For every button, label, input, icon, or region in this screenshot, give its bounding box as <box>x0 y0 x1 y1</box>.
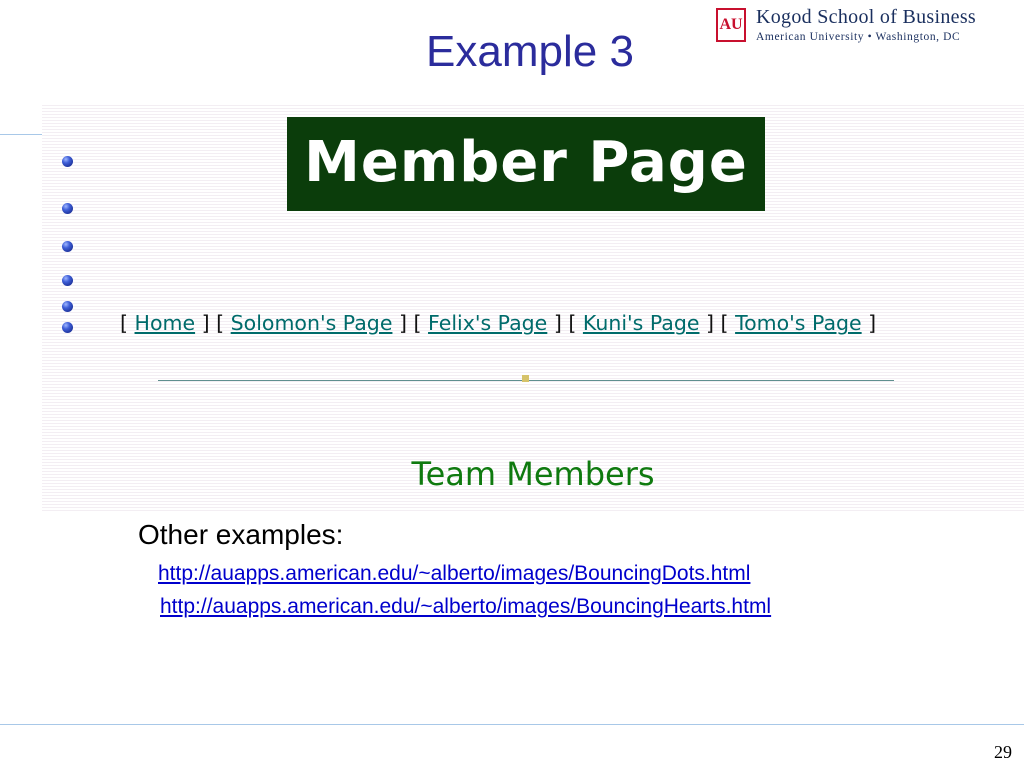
member-page-screenshot: Member Page [ Home ] [ Solomon's Page ] … <box>42 103 1024 511</box>
page-number: 29 <box>994 742 1012 762</box>
nav-bracket: [ <box>120 311 128 335</box>
logo-university-name: American University • Washington, DC <box>756 31 961 43</box>
other-examples-label: Other examples: <box>138 519 344 550</box>
nav-bracket: ] <box>553 311 562 335</box>
member-page-banner: Member Page <box>287 117 765 211</box>
nav-bracket: [ <box>720 311 729 335</box>
bouncing-dot-icon <box>62 322 73 333</box>
nav-link-home[interactable]: Home <box>135 311 196 335</box>
nav-bracket: [ <box>568 311 577 335</box>
team-members-heading: Team Members <box>411 455 655 493</box>
nav-bar: [ Home ] [ Solomon's Page ] [ Felix's Pa… <box>120 311 960 335</box>
logo-school-name: Kogod School of Business <box>756 6 976 28</box>
bouncing-dot-icon <box>62 203 73 214</box>
bouncing-dot-icon <box>62 275 73 286</box>
nav-bracket: ] <box>706 311 715 335</box>
nav-link-kuni[interactable]: Kuni's Page <box>583 311 700 335</box>
bouncing-hearts-link[interactable]: http://auapps.american.edu/~alberto/imag… <box>160 595 771 619</box>
nav-bracket: ] <box>868 311 877 335</box>
nav-link-solomon[interactable]: Solomon's Page <box>231 311 393 335</box>
bouncing-dot-icon <box>62 241 73 252</box>
nav-bracket: [ <box>216 311 225 335</box>
au-seal-icon: AU <box>716 8 746 42</box>
kogod-logo: AU Kogod School of Business American Uni… <box>716 6 1016 44</box>
nav-bracket: ] <box>201 311 210 335</box>
rule-ornament-icon <box>522 375 529 382</box>
top-divider <box>0 134 44 135</box>
nav-bracket: ] <box>398 311 407 335</box>
bottom-divider <box>0 724 1024 725</box>
bouncing-dot-icon <box>62 301 73 312</box>
nav-bracket: [ <box>413 311 422 335</box>
nav-link-felix[interactable]: Felix's Page <box>428 311 547 335</box>
bouncing-dot-icon <box>62 156 73 167</box>
nav-link-tomo[interactable]: Tomo's Page <box>735 311 862 335</box>
bouncing-dots-link[interactable]: http://auapps.american.edu/~alberto/imag… <box>158 562 750 586</box>
